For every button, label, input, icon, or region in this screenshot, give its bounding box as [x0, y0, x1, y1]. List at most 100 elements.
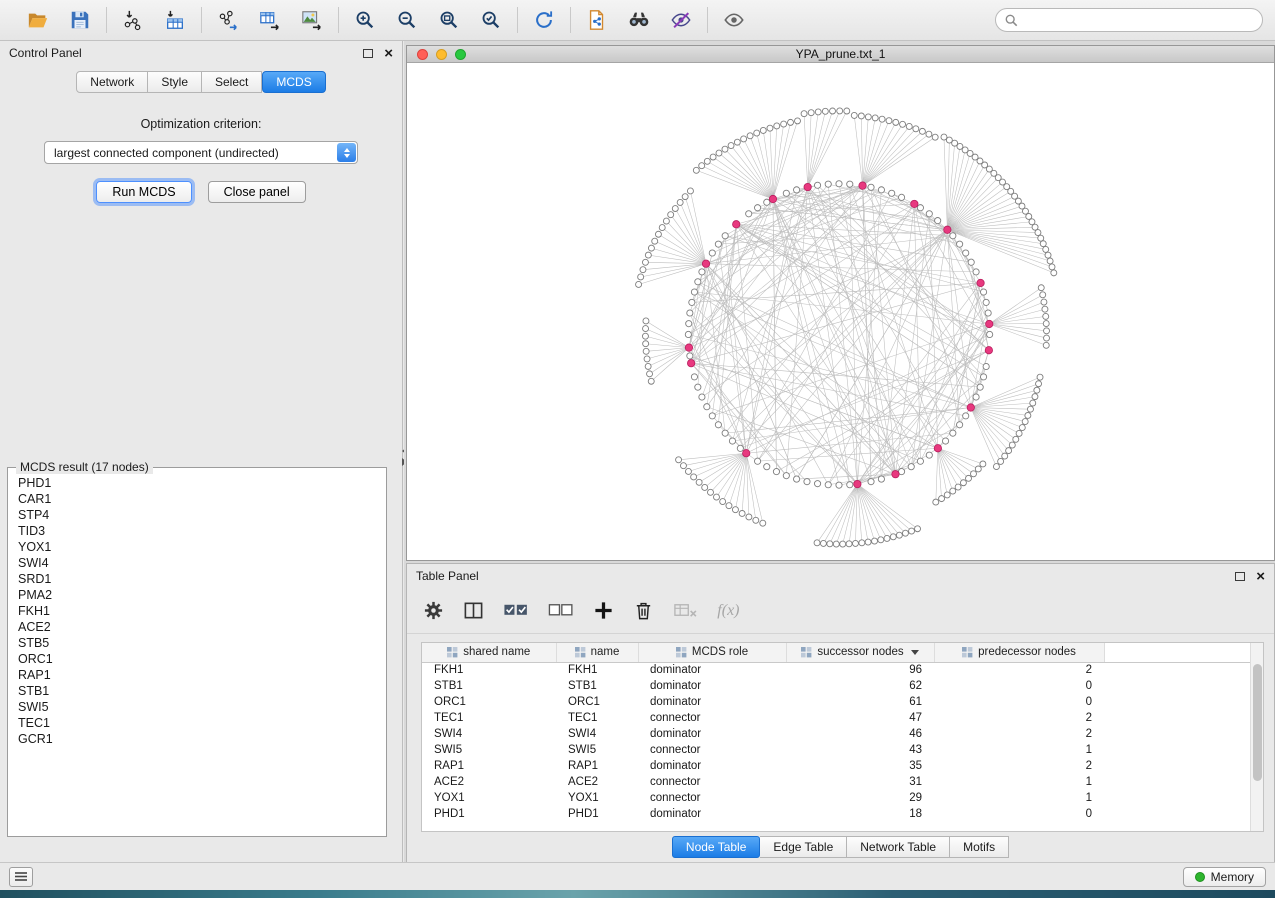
- network-from-selection-icon[interactable]: [584, 7, 610, 33]
- cell-name[interactable]: SWI5: [556, 742, 638, 758]
- cell-shared_name[interactable]: ORC1: [422, 694, 556, 710]
- tab-select[interactable]: Select: [202, 71, 262, 93]
- table-row[interactable]: RAP1RAP1dominator352: [422, 758, 1250, 774]
- cell-predecessors[interactable]: 2: [934, 662, 1104, 678]
- cell-predecessors[interactable]: 1: [934, 774, 1104, 790]
- table-row[interactable]: ORC1ORC1dominator610: [422, 694, 1250, 710]
- tab-node-table[interactable]: Node Table: [672, 836, 761, 858]
- cell-successors[interactable]: 31: [786, 774, 934, 790]
- cell-successors[interactable]: 96: [786, 662, 934, 678]
- search-box[interactable]: [995, 8, 1263, 32]
- cell-shared_name[interactable]: STB1: [422, 678, 556, 694]
- deselect-all-icon[interactable]: [548, 597, 574, 625]
- cell-successors[interactable]: 46: [786, 726, 934, 742]
- cell-name[interactable]: RAP1: [556, 758, 638, 774]
- cell-shared_name[interactable]: PHD1: [422, 806, 556, 822]
- mcds-node-item[interactable]: RAP1: [11, 667, 383, 683]
- cell-shared_name[interactable]: SWI5: [422, 742, 556, 758]
- cell-role[interactable]: dominator: [638, 678, 786, 694]
- mcds-node-item[interactable]: SRD1: [11, 571, 383, 587]
- mcds-node-item[interactable]: GCR1: [11, 731, 383, 747]
- cell-shared_name[interactable]: RAP1: [422, 758, 556, 774]
- zoom-out-icon[interactable]: [394, 7, 420, 33]
- cell-role[interactable]: dominator: [638, 726, 786, 742]
- mcds-node-item[interactable]: STB1: [11, 683, 383, 699]
- cell-name[interactable]: SWI4: [556, 726, 638, 742]
- cell-successors[interactable]: 29: [786, 790, 934, 806]
- style-apply-icon[interactable]: [668, 7, 694, 33]
- cell-predecessors[interactable]: 0: [934, 678, 1104, 694]
- tab-mcds[interactable]: MCDS: [262, 71, 325, 93]
- close-panel-icon[interactable]: ×: [384, 46, 393, 61]
- mcds-node-item[interactable]: PHD1: [11, 475, 383, 491]
- table-scrollbar[interactable]: [1250, 643, 1263, 831]
- cell-successors[interactable]: 35: [786, 758, 934, 774]
- delete-row-icon[interactable]: [633, 597, 654, 625]
- cell-name[interactable]: ORC1: [556, 694, 638, 710]
- refresh-icon[interactable]: [531, 7, 557, 33]
- status-menu-button[interactable]: [9, 867, 33, 887]
- table-row[interactable]: SWI4SWI4dominator462: [422, 726, 1250, 742]
- column-header-MCDS-role[interactable]: MCDS role: [638, 643, 786, 662]
- cell-predecessors[interactable]: 2: [934, 758, 1104, 774]
- mcds-result-list[interactable]: PHD1CAR1STP4TID3YOX1SWI4SRD1PMA2FKH1ACE2…: [11, 475, 383, 833]
- cell-shared_name[interactable]: YOX1: [422, 790, 556, 806]
- import-table-icon[interactable]: [162, 7, 188, 33]
- select-all-icon[interactable]: [503, 597, 529, 625]
- table-row[interactable]: TEC1TEC1connector472: [422, 710, 1250, 726]
- criterion-dropdown[interactable]: largest connected component (undirected): [44, 141, 358, 164]
- mcds-node-item[interactable]: TEC1: [11, 715, 383, 731]
- cell-successors[interactable]: 62: [786, 678, 934, 694]
- column-header-shared-name[interactable]: shared name: [422, 643, 556, 662]
- cell-predecessors[interactable]: 2: [934, 710, 1104, 726]
- table-row[interactable]: YOX1YOX1connector291: [422, 790, 1250, 806]
- window-close-button[interactable]: [417, 49, 428, 60]
- mcds-node-item[interactable]: STB5: [11, 635, 383, 651]
- mcds-node-item[interactable]: SWI4: [11, 555, 383, 571]
- cell-predecessors[interactable]: 1: [934, 742, 1104, 758]
- zoom-fit-icon[interactable]: [436, 7, 462, 33]
- add-row-icon[interactable]: [593, 597, 614, 625]
- mcds-node-item[interactable]: SWI5: [11, 699, 383, 715]
- mcds-node-item[interactable]: PMA2: [11, 587, 383, 603]
- window-minimize-button[interactable]: [436, 49, 447, 60]
- tab-network-table[interactable]: Network Table: [847, 836, 950, 858]
- cell-shared_name[interactable]: SWI4: [422, 726, 556, 742]
- cell-name[interactable]: STB1: [556, 678, 638, 694]
- search-network-icon[interactable]: [626, 7, 652, 33]
- save-icon[interactable]: [67, 7, 93, 33]
- cell-shared_name[interactable]: TEC1: [422, 710, 556, 726]
- show-details-icon[interactable]: [721, 7, 747, 33]
- export-network-icon[interactable]: [215, 7, 241, 33]
- close-panel-button[interactable]: Close panel: [208, 181, 306, 203]
- cell-shared_name[interactable]: FKH1: [422, 662, 556, 678]
- float-panel-icon[interactable]: [363, 49, 373, 58]
- open-file-icon[interactable]: [25, 7, 51, 33]
- cell-name[interactable]: YOX1: [556, 790, 638, 806]
- memory-button[interactable]: Memory: [1183, 867, 1266, 887]
- table-row[interactable]: STB1STB1dominator620: [422, 678, 1250, 694]
- cell-role[interactable]: dominator: [638, 694, 786, 710]
- mcds-node-item[interactable]: YOX1: [11, 539, 383, 555]
- search-input[interactable]: [1024, 13, 1253, 27]
- cell-role[interactable]: dominator: [638, 806, 786, 822]
- network-view-titlebar[interactable]: YPA_prune.txt_1: [407, 46, 1274, 63]
- cell-role[interactable]: connector: [638, 742, 786, 758]
- cell-role[interactable]: dominator: [638, 758, 786, 774]
- table-row[interactable]: PHD1PHD1dominator180: [422, 806, 1250, 822]
- cell-role[interactable]: connector: [638, 790, 786, 806]
- mcds-node-item[interactable]: FKH1: [11, 603, 383, 619]
- cell-role[interactable]: connector: [638, 710, 786, 726]
- import-network-icon[interactable]: [120, 7, 146, 33]
- cell-name[interactable]: FKH1: [556, 662, 638, 678]
- run-mcds-button[interactable]: Run MCDS: [96, 181, 191, 203]
- close-table-panel-icon[interactable]: ×: [1256, 569, 1265, 584]
- scrollbar-thumb[interactable]: [1253, 664, 1262, 781]
- float-table-panel-icon[interactable]: [1235, 572, 1245, 581]
- cell-successors[interactable]: 18: [786, 806, 934, 822]
- zoom-in-icon[interactable]: [352, 7, 378, 33]
- table-row[interactable]: SWI5SWI5connector431: [422, 742, 1250, 758]
- mcds-node-item[interactable]: CAR1: [11, 491, 383, 507]
- cell-role[interactable]: dominator: [638, 662, 786, 678]
- column-header-successor-nodes[interactable]: successor nodes: [786, 643, 934, 662]
